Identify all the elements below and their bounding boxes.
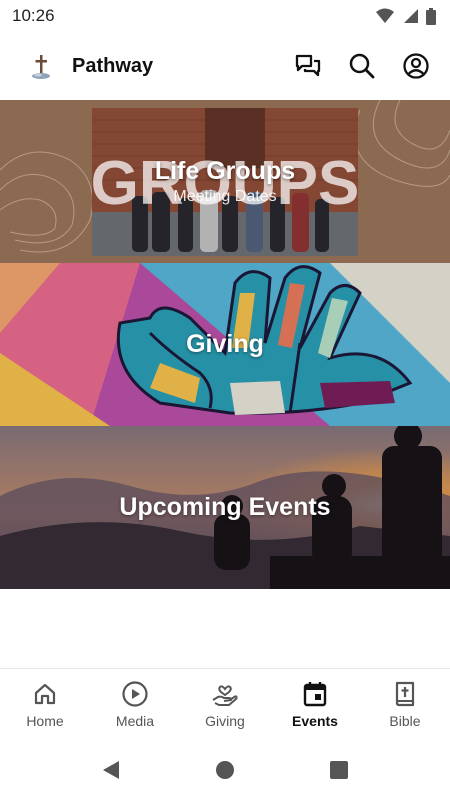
- tile-title: Giving: [186, 330, 264, 358]
- tile-life-groups[interactable]: GROUPS Life Groups Meeting Dates: [0, 100, 450, 263]
- cross-logo-icon: [32, 55, 50, 79]
- play-circle-icon: [121, 680, 149, 708]
- home-icon: [32, 680, 58, 708]
- chat-button[interactable]: [292, 50, 324, 82]
- tile-subtitle: Meeting Dates: [173, 188, 277, 205]
- system-nav: [0, 740, 450, 800]
- home-circle-icon: [216, 761, 234, 779]
- tile-title: Life Groups: [154, 157, 296, 185]
- chat-icon: [295, 54, 321, 77]
- tile-title: Upcoming Events: [119, 493, 331, 521]
- status-time: 10:26: [12, 6, 55, 25]
- nav-item-events[interactable]: Events: [270, 669, 360, 740]
- nav-label: Home: [26, 713, 64, 729]
- calendar-icon: [302, 680, 328, 708]
- wifi-icon: [376, 8, 394, 23]
- tile-giving[interactable]: Giving: [0, 263, 450, 426]
- battery-icon: [426, 7, 436, 25]
- account-icon: [403, 53, 429, 79]
- nav-item-bible[interactable]: Bible: [360, 669, 450, 740]
- search-button[interactable]: [346, 50, 378, 82]
- back-triangle-icon: [103, 761, 119, 779]
- giving-hand-icon: [211, 680, 239, 708]
- nav-label: Media: [115, 713, 155, 729]
- account-button[interactable]: [400, 50, 432, 82]
- back-button[interactable]: [100, 759, 122, 781]
- nav-label: Bible: [389, 713, 421, 729]
- search-icon: [349, 53, 375, 79]
- tile-upcoming-events[interactable]: Upcoming Events: [0, 426, 450, 589]
- tiles-list: GROUPS Life Groups Meeting Dates Giving …: [0, 100, 450, 589]
- recents-button[interactable]: [328, 759, 350, 781]
- status-bar: 10:26: [0, 0, 450, 32]
- app-title: Pathway: [72, 54, 154, 77]
- nav-item-giving[interactable]: Giving: [180, 669, 270, 740]
- nav-label: Giving: [205, 713, 245, 729]
- bible-icon: [393, 680, 417, 708]
- home-system-button[interactable]: [214, 759, 236, 781]
- nav-label: Events: [292, 713, 338, 729]
- recents-square-icon: [330, 761, 348, 779]
- header-actions: [292, 50, 432, 82]
- signal-icon: [404, 9, 418, 23]
- app-header: Pathway: [0, 32, 450, 100]
- status-icons: [376, 7, 436, 25]
- church-logo: [24, 49, 58, 83]
- nav-item-home[interactable]: Home: [0, 669, 90, 740]
- bottom-nav: Home Media Giving Events Bible: [0, 668, 450, 740]
- nav-item-media[interactable]: Media: [90, 669, 180, 740]
